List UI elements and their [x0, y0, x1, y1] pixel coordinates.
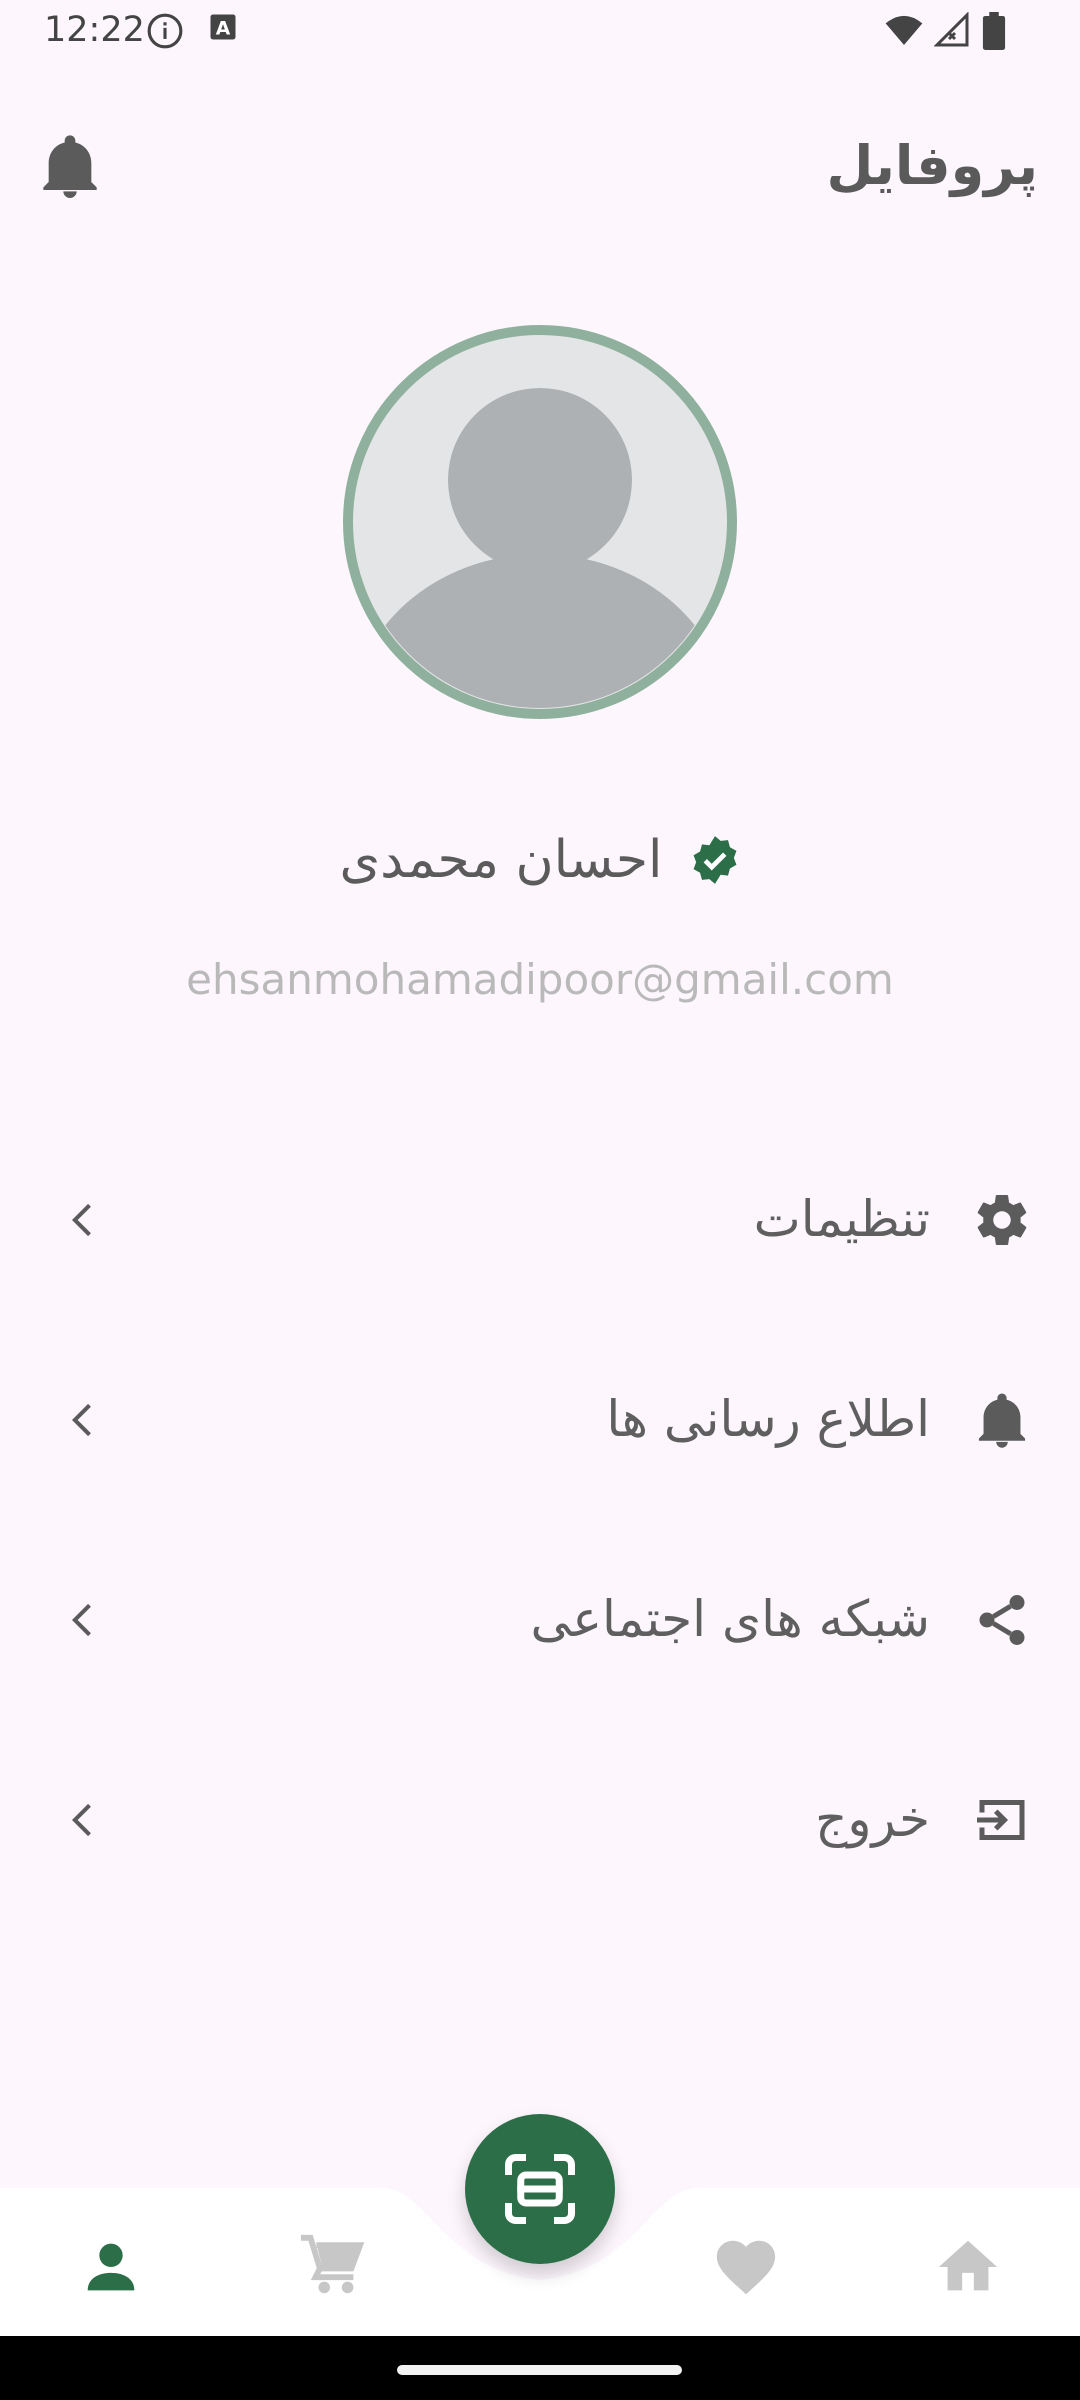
- cart-icon[interactable]: [298, 2232, 368, 2302]
- user-email: ehsanmohamadipoor@gmail.com: [186, 955, 894, 1004]
- menu-label-logout: خروج: [815, 1790, 930, 1848]
- person-icon[interactable]: [76, 2232, 146, 2302]
- bell-icon[interactable]: [38, 130, 102, 202]
- home-icon[interactable]: [933, 2232, 1003, 2302]
- menu-label-social: شبکه های اجتماعی: [530, 1590, 930, 1648]
- gear-icon: [977, 1195, 1027, 1246]
- menu-item-notifications[interactable]: اطلاع رسانی ها: [0, 1350, 1080, 1490]
- status-time: 12:22: [44, 10, 145, 50]
- exit-icon: [977, 1800, 1025, 1840]
- menu-label-settings: تنظیمات: [753, 1190, 930, 1248]
- avatar[interactable]: [342, 324, 738, 720]
- svg-text:A: A: [216, 19, 231, 40]
- header: پروفایل: [0, 110, 1080, 230]
- menu-label-notifications: اطلاع رسانی ها: [606, 1390, 930, 1448]
- signal-icon: [934, 12, 969, 47]
- chevron-left-icon: [71, 1803, 91, 1837]
- profile-screen: 12:22 A پروفایل احسان محمدی ehsanmohamad…: [0, 0, 1080, 2400]
- page-title: پروفایل: [826, 134, 1038, 197]
- status-bar: 12:22 A: [0, 0, 1080, 62]
- menu-item-social[interactable]: شبکه های اجتماعی: [0, 1550, 1080, 1690]
- bell-icon: [978, 1393, 1026, 1448]
- chevron-left-icon: [71, 1603, 91, 1637]
- scan-button[interactable]: [465, 2114, 615, 2264]
- a-box-icon: A: [210, 14, 236, 40]
- info-icon: [147, 13, 183, 49]
- chevron-left-icon: [71, 1403, 91, 1437]
- heart-icon[interactable]: [711, 2232, 781, 2302]
- home-gesture-handle[interactable]: [397, 2365, 682, 2375]
- verified-badge-icon: [693, 836, 736, 884]
- share-icon: [979, 1595, 1025, 1645]
- wifi-icon: [885, 15, 923, 46]
- menu-item-settings[interactable]: تنظیمات: [0, 1150, 1080, 1290]
- battery-icon: [982, 12, 1006, 50]
- user-name: احسان محمدی: [339, 830, 663, 890]
- chevron-left-icon: [71, 1203, 91, 1237]
- scan-icon: [505, 2154, 575, 2224]
- name-row: احسان محمدی: [0, 820, 1080, 900]
- menu-item-logout[interactable]: خروج: [0, 1750, 1080, 1890]
